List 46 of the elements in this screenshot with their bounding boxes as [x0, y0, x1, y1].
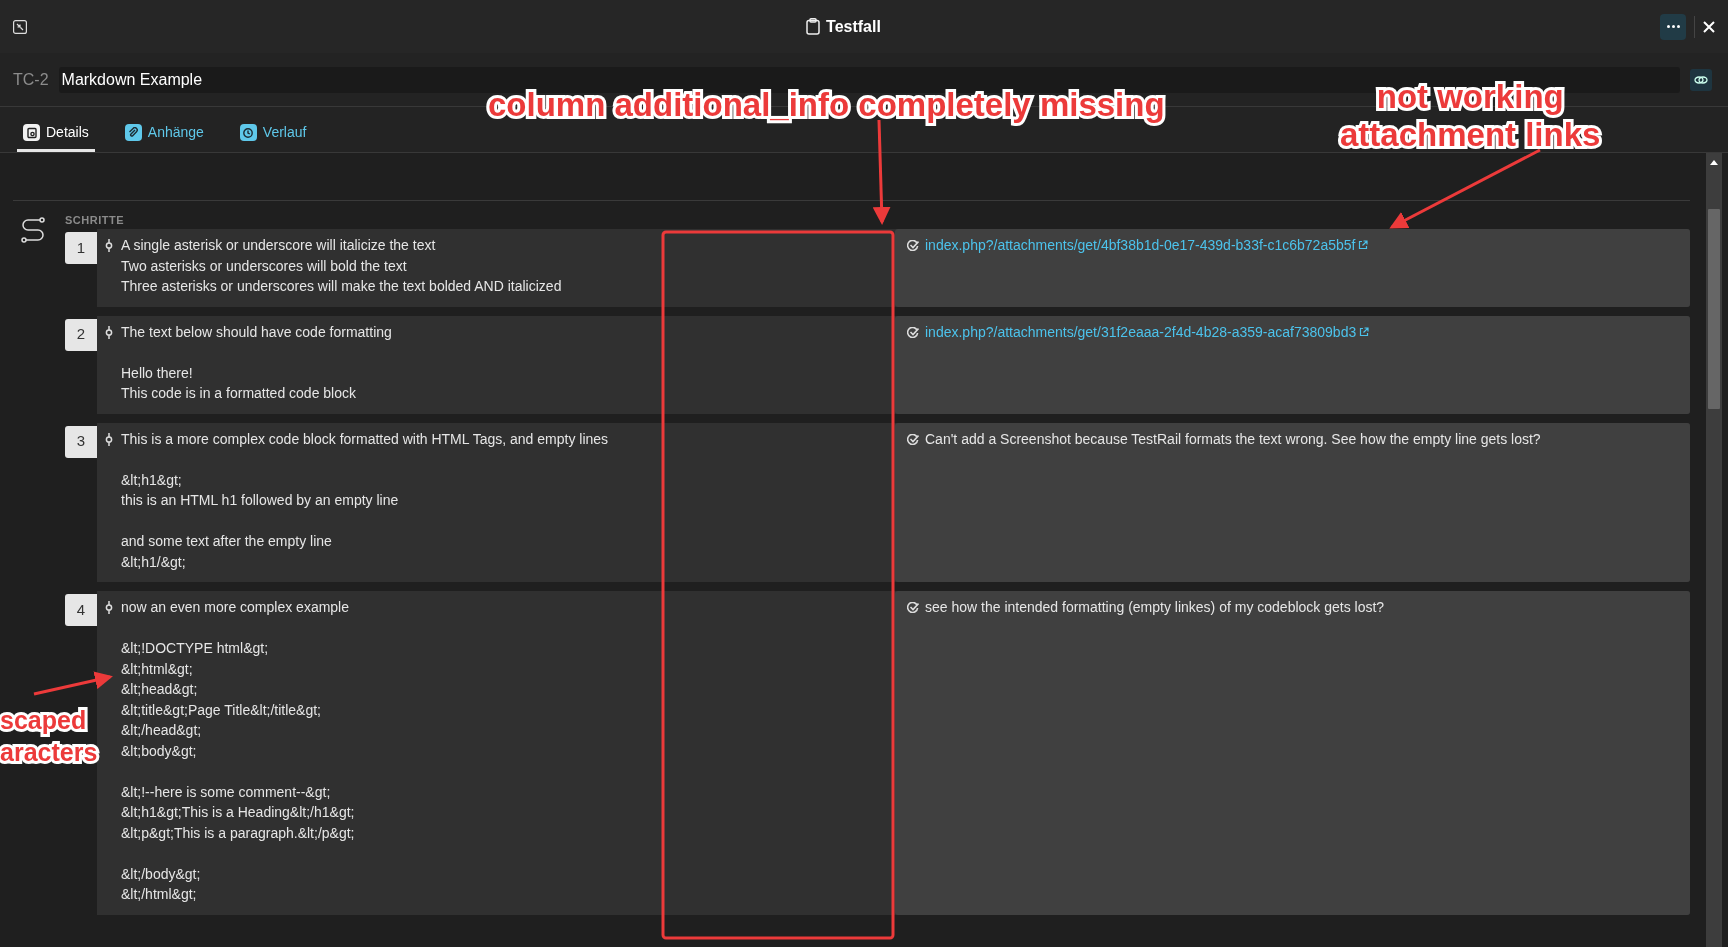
steps-icon [20, 216, 46, 246]
scrollbar-thumb[interactable] [1708, 209, 1720, 409]
step-text: Hello there! This code is in a formatted code block [121, 363, 357, 403]
steps-heading: SCHRITTE [65, 213, 125, 228]
scroll-up-icon[interactable] [1710, 159, 1718, 165]
paperclip-icon [124, 124, 142, 141]
step-icon [105, 601, 113, 614]
expected-result-text: see how the intended formatting (empty linkes) of my codeblock gets lost? [925, 598, 1385, 617]
check-icon [907, 240, 919, 251]
tab[interactable]: Details [17, 116, 95, 152]
annotation-text: scaped aracters [0, 705, 98, 768]
attachment-link[interactable]: index.php?/attachments/get/4bf38b1d-0e17-439d-b33f-c1c6b72a5b5f [925, 235, 1369, 256]
step-text: now an even more complex example [121, 598, 350, 617]
step-number: 1 [65, 232, 97, 264]
window-title: Testfall [826, 16, 881, 37]
close-icon[interactable] [1703, 20, 1715, 33]
step-text: The text below should have code formatting [121, 322, 392, 342]
external-link-icon [1359, 326, 1370, 337]
step-text: and some text after the empty line &lt;h1/&gt; [121, 532, 333, 572]
step-text: &lt;h1&gt; this is an HTML h1 followed by an empty line [121, 470, 400, 510]
test-case-id: TC-2 [13, 69, 49, 90]
step-number: 3 [65, 425, 97, 458]
check-icon [907, 326, 919, 338]
attachment-link[interactable]: index.php?/attachments/get/31f2eaaa-2f4d-4b28-a359-acaf73809bd3 [925, 321, 1370, 342]
step-text: A single asterisk or underscore will italicize the text Two asterisks or underscores will bold the text Three asterisks or underscores will make the text bolded AND italicized [121, 236, 562, 296]
step-number: 2 [65, 318, 97, 351]
step-text: &lt;!DOCTYPE html&gt; &lt;html&gt; &lt;head&gt; &lt;title&gt;Page Title&lt;/title&gt; &lt;/head&gt; &lt;body&gt; [121, 639, 322, 761]
step-icon [105, 432, 113, 446]
tab[interactable]: Anhänge [118, 116, 210, 152]
details-icon [23, 124, 40, 141]
clipboard-icon [806, 18, 821, 35]
link-button[interactable] [1690, 68, 1712, 91]
link-icon [1694, 74, 1708, 85]
more-button[interactable] [1660, 13, 1686, 40]
step-icon [105, 325, 113, 339]
external-link-icon [1358, 240, 1369, 251]
history-icon [239, 124, 257, 141]
step-number: 4 [65, 594, 97, 626]
check-icon [907, 433, 919, 445]
step-text: &lt;!--here is some comment--&gt; &lt;h1&gt;This is a Heading&lt;/h1&gt; &lt;p&gt;This is a paragraph.&lt;/p&gt; [121, 782, 355, 843]
tab[interactable]: Verlauf [233, 116, 313, 152]
step-text: This is a more complex code block formatted with HTML Tags, and empty lines [121, 429, 609, 449]
expected-result-text: Can't add a Screenshot because TestRail formats the text wrong. See how the empty line gets lost? [925, 429, 1541, 449]
step-icon [105, 239, 113, 252]
step-text: &lt;/body&gt; &lt;/html&gt; [121, 864, 202, 904]
check-icon [907, 602, 919, 613]
